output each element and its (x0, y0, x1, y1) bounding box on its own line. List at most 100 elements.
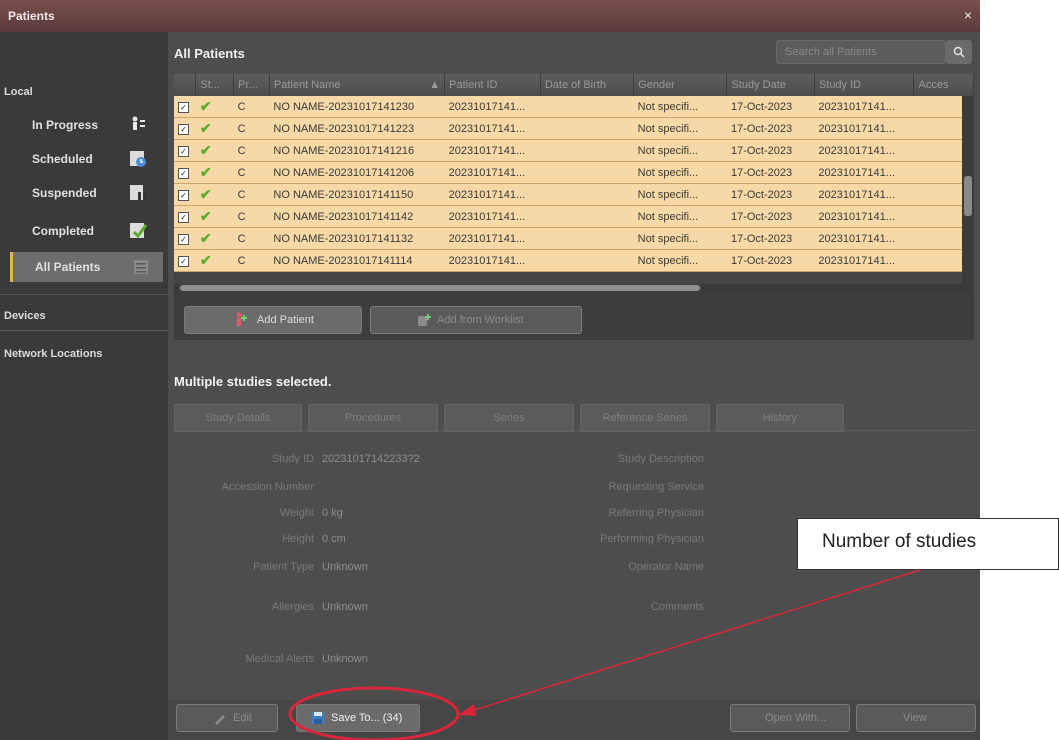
tab-series[interactable]: Series (444, 404, 574, 432)
cell-gender: Not specifi... (633, 117, 727, 140)
cell-patient-name: NO NAME-20231017141150 (269, 183, 445, 206)
sidebar-item-label: In Progress (32, 118, 99, 132)
sidebar-item-label: Completed (32, 224, 95, 238)
add-from-worklist-button[interactable]: Add from Worklist (370, 306, 582, 334)
horizontal-scrollbar[interactable] (174, 284, 962, 292)
column-header-status[interactable]: St... (195, 74, 235, 96)
cell-status: ✔ (195, 96, 234, 118)
view-button[interactable]: View (856, 704, 976, 732)
column-header-priority[interactable]: Pr... (233, 74, 270, 96)
cell-patient-id: 20231017141... (444, 183, 541, 206)
close-icon[interactable]: × (964, 7, 972, 23)
cell-checkbox[interactable]: ✓ (174, 205, 196, 228)
tab-reference-series[interactable]: Reference Series (580, 404, 710, 432)
cell-priority: C (233, 139, 270, 162)
table-row[interactable]: ✓ ✔ C NO NAME-20231017141142 20231017141... N… (174, 205, 974, 228)
cell-patient-name: NO NAME-20231017141114 (269, 249, 445, 272)
column-header-accession[interactable]: Acces (913, 74, 974, 96)
detail-label-operator-name: Operator Name (628, 561, 704, 573)
detail-label-allergies: Allergies (271, 601, 314, 613)
scroll-thumb[interactable] (180, 285, 700, 291)
completed-check-icon: ✔ (199, 120, 212, 136)
row-checkbox[interactable]: ✓ (178, 211, 189, 223)
in-progress-icon (132, 116, 145, 130)
scroll-thumb[interactable] (964, 176, 972, 216)
sidebar-network-heading[interactable]: Network Locations (4, 348, 102, 360)
cell-study-id: 20231017141... (814, 249, 914, 272)
table-row[interactable]: ✓ ✔ C NO NAME-20231017141150 20231017141... N… (174, 183, 974, 206)
cell-study-date: 17-Oct-2023 (726, 227, 815, 250)
add-patient-button[interactable]: Add Patient (184, 306, 362, 334)
detail-label-medical-alerts: Medical Alerts (245, 653, 314, 665)
vertical-scrollbar[interactable] (962, 96, 974, 292)
detail-label-accession: Accession Number (221, 481, 314, 493)
cell-checkbox[interactable]: ✓ (174, 249, 196, 272)
cell-study-date: 17-Oct-2023 (726, 96, 815, 118)
cell-checkbox[interactable]: ✓ (174, 96, 196, 118)
search-button[interactable] (946, 40, 972, 64)
cell-gender: Not specifi... (633, 227, 727, 250)
cell-checkbox[interactable]: ✓ (174, 117, 196, 140)
sidebar-item-suspended[interactable]: Suspended (10, 178, 160, 208)
search-input[interactable]: Search all Patients (776, 40, 946, 64)
cell-gender: Not specifi... (633, 249, 727, 272)
row-checkbox[interactable]: ✓ (178, 101, 189, 113)
tab-procedures[interactable]: Procedures (308, 404, 438, 432)
sidebar-item-in-progress[interactable]: In Progress (10, 110, 160, 140)
cell-patient-name: NO NAME-20231017141206 (269, 161, 445, 184)
cell-patient-id: 20231017141... (444, 117, 541, 140)
completed-check-icon: ✔ (199, 230, 212, 246)
detail-label-requesting-service: Requesting Service (608, 481, 704, 493)
table-row[interactable]: ✓ ✔ C NO NAME-20231017141114 20231017141... N… (174, 249, 974, 272)
save-to-button[interactable]: Save To... (34) (296, 704, 420, 732)
row-checkbox[interactable]: ✓ (178, 145, 189, 157)
detail-label-patient-type: Patient Type (253, 561, 314, 573)
sidebar-item-completed[interactable]: Completed (10, 216, 160, 246)
detail-label-weight: Weight (279, 507, 314, 519)
cell-checkbox[interactable]: ✓ (174, 183, 196, 206)
sidebar-devices-heading[interactable]: Devices (4, 310, 46, 322)
column-header-gender[interactable]: Gender (633, 74, 728, 96)
cell-gender: Not specifi... (633, 205, 727, 228)
cell-patient-name: NO NAME-20231017141216 (269, 139, 445, 162)
table-row[interactable]: ✓ ✔ C NO NAME-20231017141206 20231017141... N… (174, 161, 974, 184)
cell-study-id: 20231017141... (814, 183, 914, 206)
row-checkbox[interactable]: ✓ (178, 167, 189, 179)
cell-checkbox[interactable]: ✓ (174, 139, 196, 162)
cell-checkbox[interactable]: ✓ (174, 161, 196, 184)
column-header-patient-name[interactable]: Patient Name ▲ (269, 74, 446, 96)
main-panel: All Patients Search all Patients St... P… (168, 32, 980, 740)
sidebar-item-label: Scheduled (32, 152, 93, 166)
add-from-worklist-label: Add from Worklist (437, 314, 524, 326)
cell-study-date: 17-Oct-2023 (726, 249, 815, 272)
table-row[interactable]: ✓ ✔ C NO NAME-20231017141223 20231017141... N… (174, 117, 974, 140)
cell-checkbox[interactable]: ✓ (174, 227, 196, 250)
tab-history[interactable]: History (716, 404, 844, 432)
open-with-button[interactable]: Open With... (730, 704, 850, 732)
table-row[interactable]: ✓ ✔ C NO NAME-20231017141132 20231017141... N… (174, 227, 974, 250)
row-checkbox[interactable]: ✓ (178, 189, 189, 201)
table-row[interactable]: ✓ ✔ C NO NAME-20231017141216 20231017141... N… (174, 139, 974, 162)
column-header-patient-id[interactable]: Patient ID (444, 74, 541, 96)
tab-study-details[interactable]: Study Details (174, 404, 302, 432)
cell-patient-id: 20231017141... (444, 205, 541, 228)
sidebar-item-label: Suspended (32, 186, 97, 200)
sidebar-item-all-patients[interactable]: All Patients (10, 252, 163, 282)
grid-button-bar: Add Patient Add from Worklist (174, 292, 974, 340)
sidebar-divider (0, 330, 168, 331)
column-header-study-date[interactable]: Study Date (726, 74, 815, 96)
column-header-study-id[interactable]: Study ID (814, 74, 915, 96)
row-checkbox[interactable]: ✓ (178, 233, 189, 245)
cell-patient-id: 20231017141... (444, 227, 541, 250)
pencil-icon (215, 715, 225, 725)
column-header-dob[interactable]: Date of Birth (540, 74, 635, 96)
sidebar-item-scheduled[interactable]: Scheduled (10, 144, 160, 174)
cell-priority: C (233, 96, 270, 118)
edit-button[interactable]: Edit (176, 704, 278, 732)
cell-patient-id: 20231017141... (444, 96, 541, 118)
row-checkbox[interactable]: ✓ (178, 255, 189, 267)
table-row[interactable]: ✓ ✔ C NO NAME-20231017141230 20231017141... N… (174, 96, 974, 118)
cell-dob (540, 249, 634, 272)
cell-priority: C (233, 117, 270, 140)
row-checkbox[interactable]: ✓ (178, 123, 189, 135)
